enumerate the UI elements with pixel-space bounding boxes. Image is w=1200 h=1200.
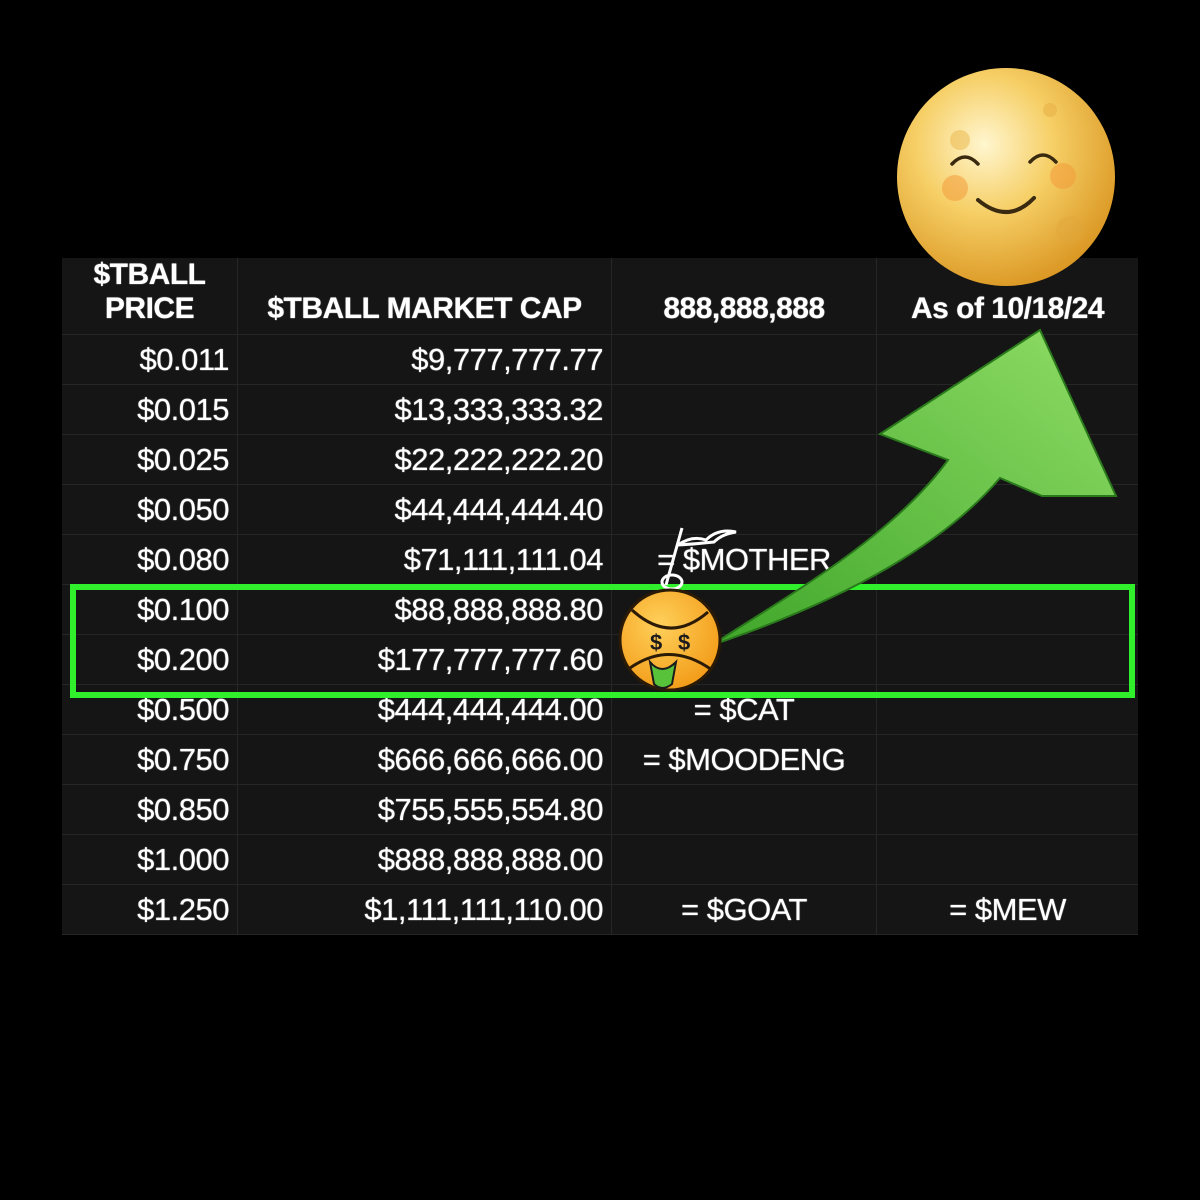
- tennis-ball-mascot-icon: $ $: [618, 527, 737, 692]
- green-up-arrow-icon: [711, 328, 1118, 646]
- svg-text:$: $: [678, 630, 690, 655]
- svg-text:$: $: [650, 630, 662, 655]
- illustration-layer: $ $: [618, 68, 1118, 692]
- smiling-moon-icon: [897, 68, 1115, 286]
